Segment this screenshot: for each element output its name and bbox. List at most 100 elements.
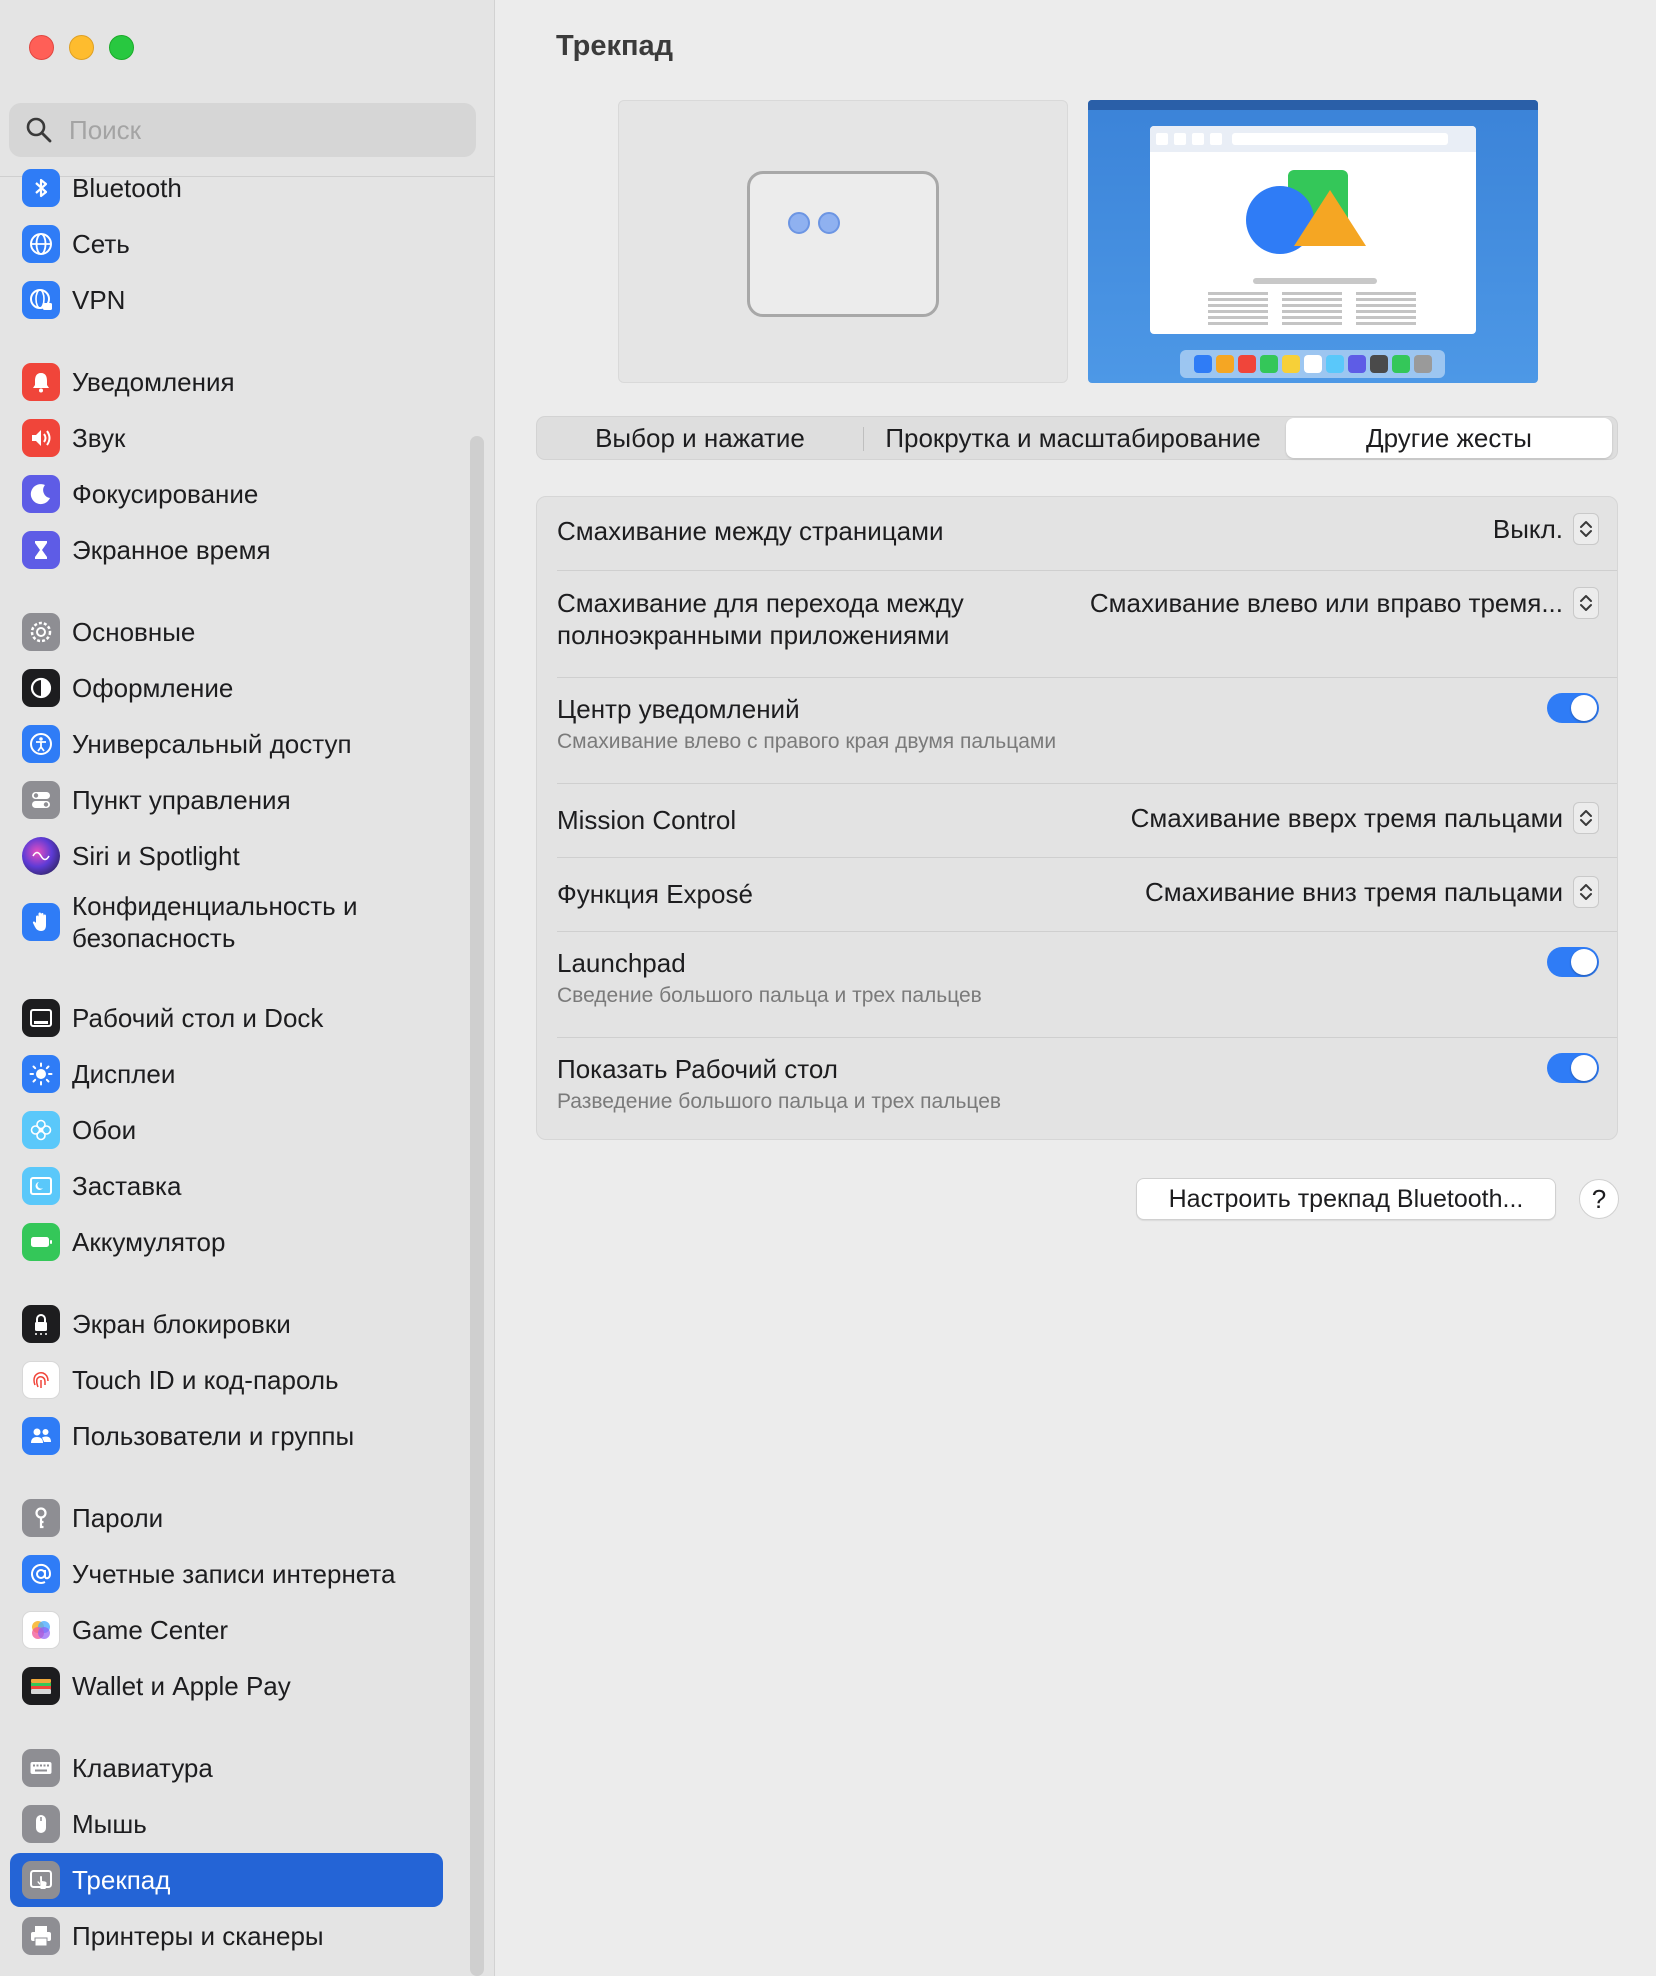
sidebar-item-accessibility[interactable]: Универсальный доступ [10,717,443,771]
sidebar-item-label: Оформление [72,673,234,703]
setting-row-swipe-fullscreen-apps: Смахивание для перехода между полноэкран… [537,571,1617,677]
sidebar-item-game-center[interactable]: Game Center [10,1603,443,1657]
sidebar-item-network[interactable]: Сеть [10,217,443,271]
finger-dot [788,212,810,234]
sidebar-item-label: Дисплеи [72,1059,176,1089]
hand-icon [22,903,60,941]
setting-title: Смахивание между страницами [557,516,944,546]
popup-value: Выкл. [1492,513,1563,544]
fingerprint-icon [22,1361,60,1399]
sidebar-item-label: Учетные записи интернета [72,1559,396,1589]
dock-icon [22,999,60,1037]
search-input[interactable] [69,103,459,157]
sidebar-item-control-center[interactable]: Пункт управления [10,773,443,827]
gear-icon [22,613,60,651]
preview-window [1150,126,1476,334]
sidebar-item-label: Wallet и Apple Pay [72,1671,291,1701]
sidebar-item-users-groups[interactable]: Пользователи и группы [10,1409,443,1463]
chevron-up-down-icon [1573,876,1599,908]
sidebar-item-general[interactable]: Основные [10,605,443,659]
speaker-icon [22,419,60,457]
sidebar-item-mouse[interactable]: Мышь [10,1797,443,1851]
game-center-icon [22,1611,60,1649]
sidebar-item-internet-accounts[interactable]: Учетные записи интернета [10,1547,443,1601]
hourglass-icon [22,531,60,569]
setup-bluetooth-trackpad-button[interactable]: Настроить трекпад Bluetooth... [1136,1178,1556,1220]
close-window-button[interactable] [29,35,54,60]
search-field[interactable] [9,103,476,157]
sidebar-item-bluetooth[interactable]: Bluetooth [10,161,443,215]
trackpad-illustration [747,171,939,317]
sidebar-item-passwords[interactable]: Пароли [10,1491,443,1545]
sidebar-item-trackpad[interactable]: Трекпад [10,1853,443,1907]
sidebar-item-lock-screen[interactable]: Экран блокировки [10,1297,443,1351]
minimize-window-button[interactable] [69,35,94,60]
sun-icon [22,1055,60,1093]
popup-value: Смахивание вниз тремя пальцами [1144,876,1563,907]
sidebar-item-touch-id[interactable]: Touch ID и код-пароль [10,1353,443,1407]
sidebar-item-label: Экран блокировки [72,1309,291,1339]
users-icon [22,1417,60,1455]
sidebar-item-label: Универсальный доступ [72,729,352,759]
sidebar-item-displays[interactable]: Дисплеи [10,1047,443,1101]
popup-value: Смахивание вверх тремя пальцами [1130,802,1563,833]
tab-more-gestures[interactable]: Другие жесты [1286,418,1612,458]
show-desktop-toggle[interactable] [1547,1053,1599,1083]
screensaver-icon [22,1167,60,1205]
sidebar-item-label: Мышь [72,1809,147,1839]
chevron-up-down-icon [1573,587,1599,619]
accessibility-icon [22,725,60,763]
sidebar-item-appearance[interactable]: Оформление [10,661,443,715]
sidebar-item-label: Touch ID и код-пароль [72,1365,339,1395]
sidebar-item-privacy-security[interactable]: Конфиденциальность и безопасность [10,887,443,957]
tab-scroll-and-zoom[interactable]: Прокрутка и масштабирование [864,417,1282,459]
sidebar-item-notifications[interactable]: Уведомления [10,355,443,409]
sidebar-item-focus[interactable]: Фокусирование [10,467,443,521]
moon-icon [22,475,60,513]
setting-row-launchpad: Launchpad Сведение большого пальца и тре… [537,932,1617,1037]
setting-title: Показать Рабочий стол [557,1054,838,1084]
sidebar-item-desktop-dock[interactable]: Рабочий стол и Dock [10,991,443,1045]
notification-center-toggle[interactable] [1547,693,1599,723]
sidebar-item-screensaver[interactable]: Заставка [10,1159,443,1213]
setting-subtitle: Сведение большого пальца и трех пальцев [557,984,982,1007]
sidebar-scrollbar[interactable] [470,436,484,1976]
toggles-icon [22,781,60,819]
swipe-fullscreen-popup[interactable]: Смахивание влево или вправо тремя... [1090,587,1599,619]
tab-point-and-click[interactable]: Выбор и нажатие [537,417,863,459]
at-sign-icon [22,1555,60,1593]
search-icon [26,117,52,143]
sidebar-item-label: Пункт управления [72,785,291,815]
mission-control-popup[interactable]: Смахивание вверх тремя пальцами [1131,802,1599,834]
sidebar-item-keyboard[interactable]: Клавиатура [10,1741,443,1795]
setting-subtitle: Разведение большого пальца и трех пальце… [557,1090,1002,1113]
sidebar-item-screen-time[interactable]: Экранное время [10,523,443,577]
sidebar-item-label: Сеть [72,229,130,259]
siri-icon [22,837,60,875]
battery-icon [22,1223,60,1261]
sidebar-item-label: Game Center [72,1615,229,1645]
sidebar-item-wallet[interactable]: Wallet и Apple Pay [10,1659,443,1713]
sidebar-item-label: Принтеры и сканеры [72,1921,324,1951]
sidebar-item-label: Уведомления [72,367,235,397]
setting-subtitle: Смахивание влево с правого края двумя па… [557,730,1057,753]
main-content: Трекпад Выбор и нажатие Прокрутка и масш… [496,0,1656,1976]
zoom-window-button[interactable] [109,35,134,60]
sidebar-item-wallpaper[interactable]: Обои [10,1103,443,1157]
sidebar-item-battery[interactable]: Аккумулятор [10,1215,443,1269]
preview-shapes [1208,160,1412,270]
setting-row-show-desktop: Показать Рабочий стол Разведение большог… [537,1038,1617,1139]
sidebar-item-sound[interactable]: Звук [10,411,443,465]
sidebar-item-label: Трекпад [72,1865,171,1895]
help-button[interactable]: ? [1579,1179,1619,1219]
sidebar-item-siri-spotlight[interactable]: Siri и Spotlight [10,829,443,883]
gesture-preview-screen [1088,100,1538,383]
launchpad-toggle[interactable] [1547,947,1599,977]
sidebar-item-printers[interactable]: Принтеры и сканеры [10,1909,443,1963]
mouse-icon [22,1805,60,1843]
setting-title: Launchpad [557,948,686,978]
flower-icon [22,1111,60,1149]
expose-popup[interactable]: Смахивание вниз тремя пальцами [1145,876,1599,908]
swipe-pages-popup[interactable]: Выкл. [1493,513,1599,545]
sidebar-item-vpn[interactable]: VPN [10,273,443,327]
